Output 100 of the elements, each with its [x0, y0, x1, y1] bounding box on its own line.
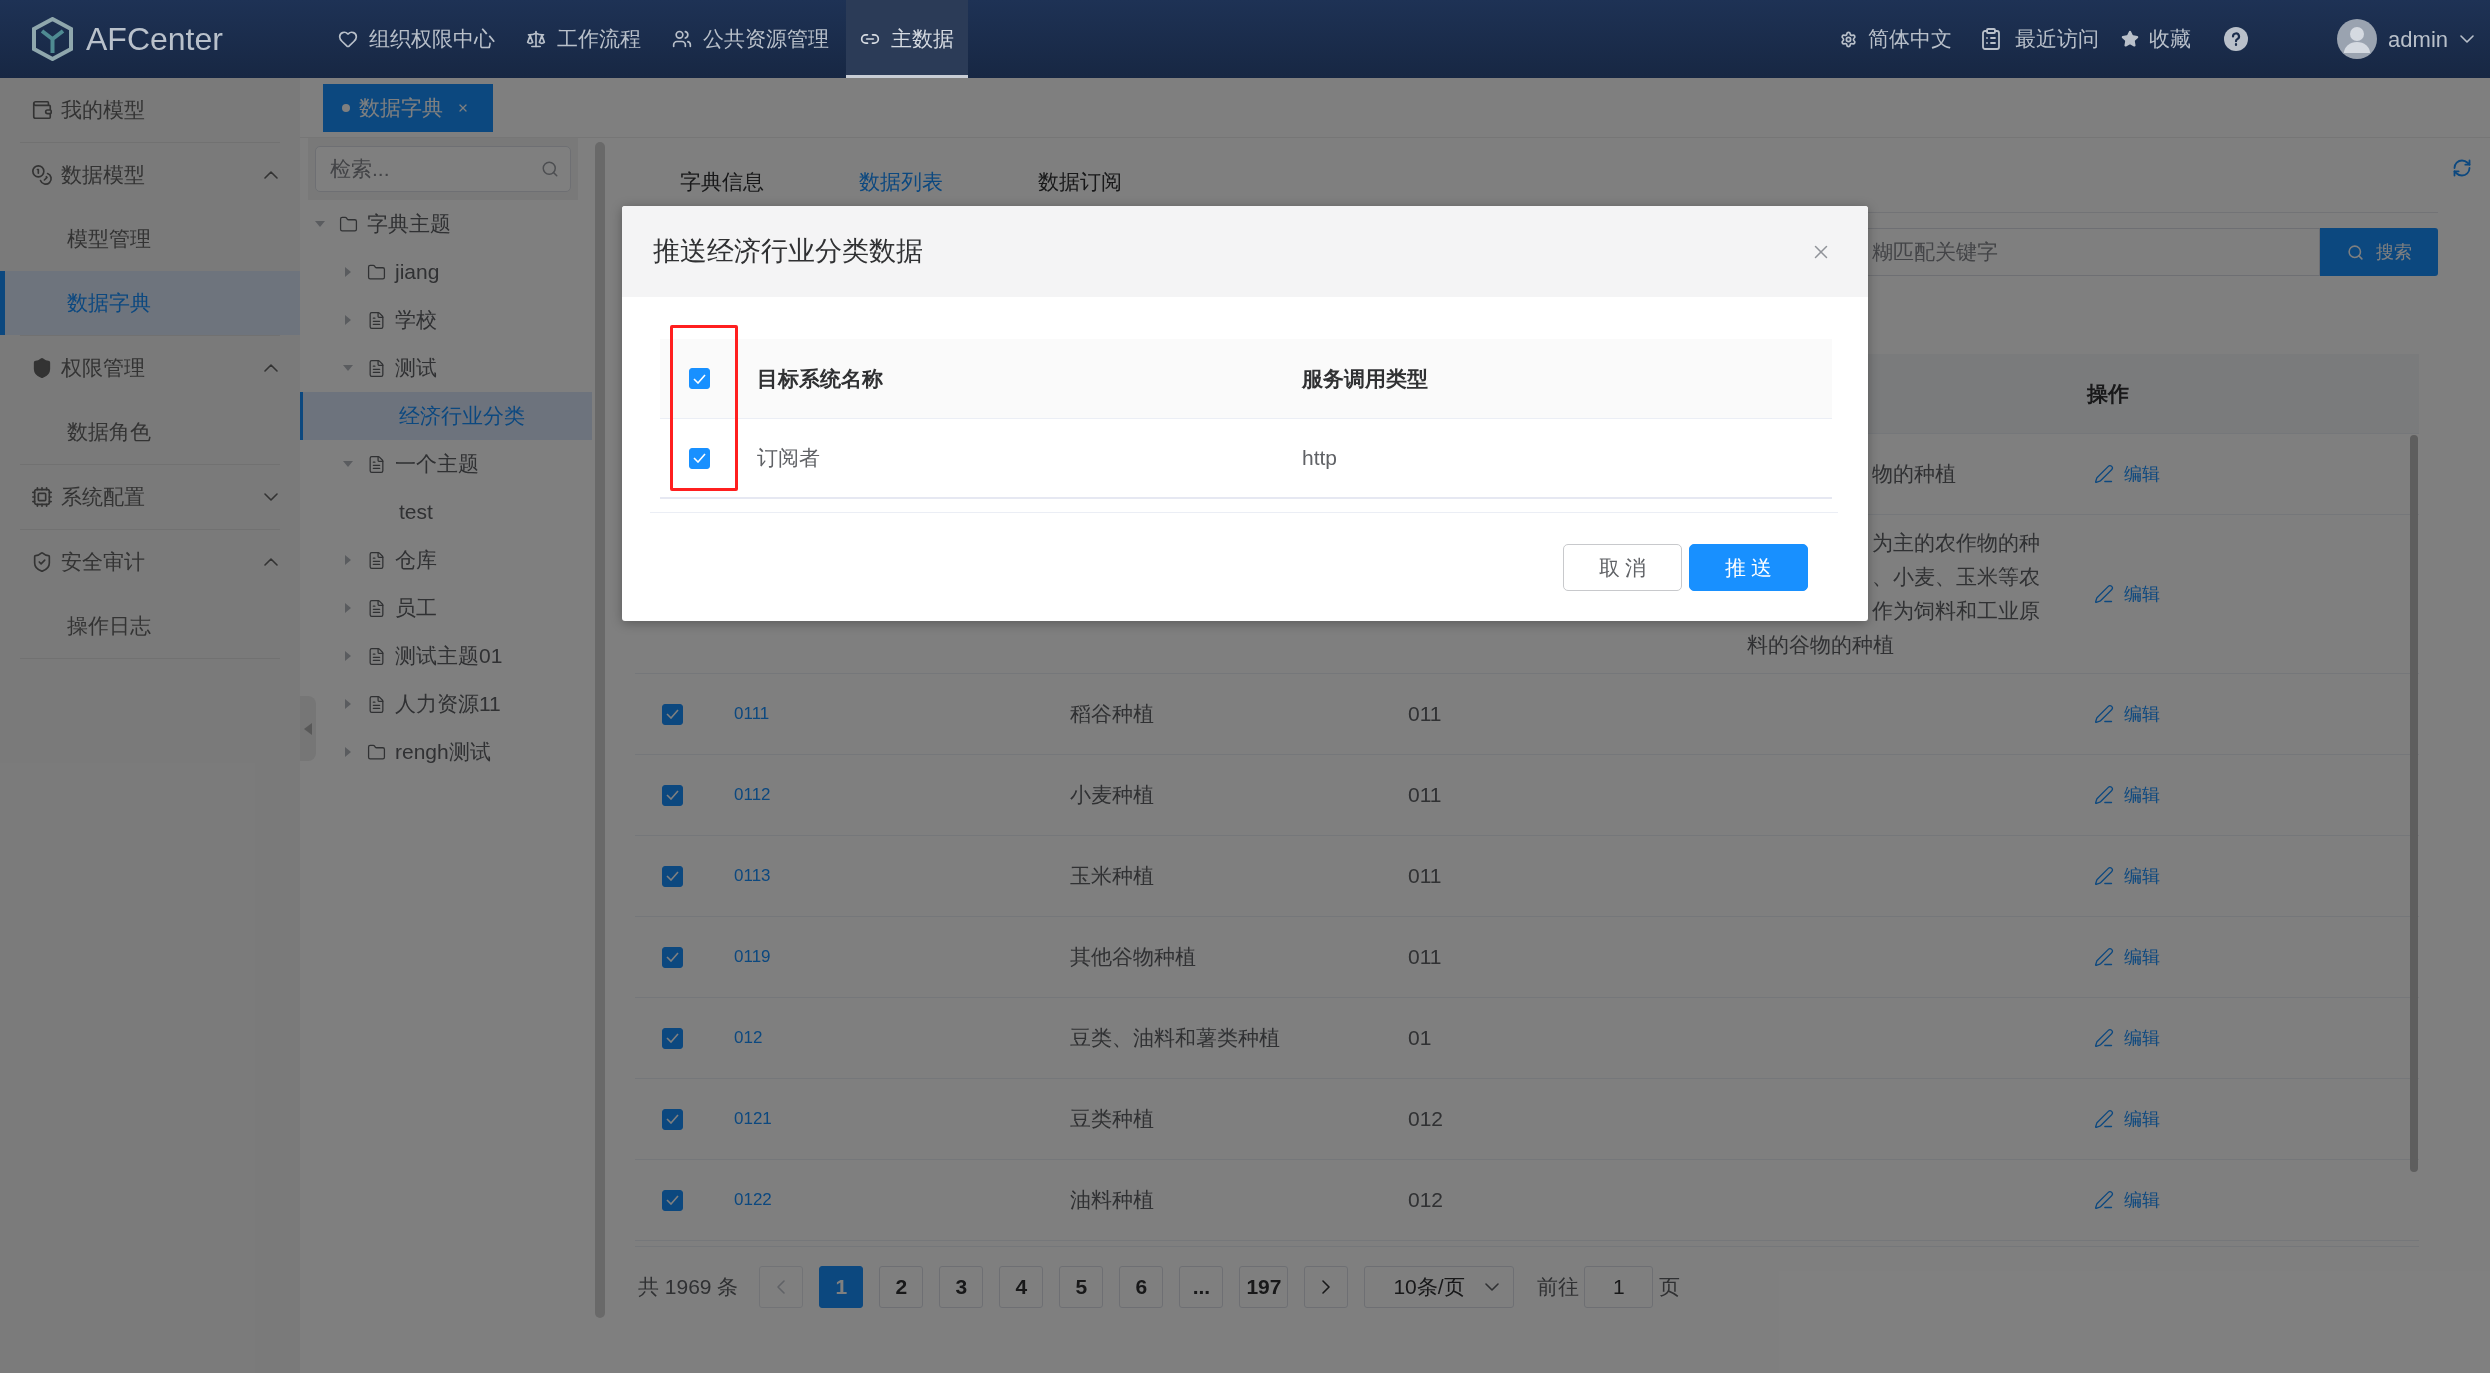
- next-page-button[interactable]: [1304, 1266, 1349, 1308]
- pen-icon: [2094, 866, 2114, 886]
- edit-button[interactable]: 编辑: [2094, 1105, 2160, 1133]
- check-icon: [693, 373, 706, 384]
- checkbox[interactable]: [689, 368, 710, 389]
- close-icon[interactable]: [457, 102, 469, 114]
- checkbox[interactable]: [662, 1189, 683, 1211]
- column-header: 目标系统名称: [757, 365, 884, 392]
- tree-node[interactable]: 测试: [300, 344, 592, 392]
- menu-item[interactable]: 模型管理: [0, 207, 300, 271]
- checkbox[interactable]: [662, 784, 683, 806]
- caret-icon[interactable]: [343, 555, 353, 565]
- caret-icon[interactable]: [343, 603, 353, 613]
- code-link[interactable]: 0113: [734, 866, 771, 886]
- edit-button[interactable]: 编辑: [2094, 1186, 2160, 1214]
- search-field[interactable]: 检索...: [315, 146, 571, 192]
- tree-node[interactable]: 经济行业分类: [300, 392, 592, 440]
- chevron-left-icon: [777, 1280, 786, 1294]
- tree-node[interactable]: 字典主题: [300, 200, 592, 248]
- menu-group[interactable]: 系统配置: [0, 465, 300, 529]
- page-size-select[interactable]: 10条/页: [1364, 1266, 1515, 1308]
- edit-button[interactable]: 编辑: [2094, 580, 2160, 608]
- menu-item[interactable]: 操作日志: [0, 594, 300, 658]
- user-menu[interactable]: admin: [2337, 19, 2474, 59]
- nav-tab[interactable]: 公共资源管理: [658, 0, 843, 78]
- edit-button[interactable]: 编辑: [2094, 781, 2160, 809]
- checkbox[interactable]: [662, 865, 683, 887]
- edit-button[interactable]: 编辑: [2094, 460, 2160, 488]
- check-icon: [666, 709, 679, 719]
- caret-icon[interactable]: [343, 459, 353, 469]
- table-cell-text: http: [1302, 445, 1339, 472]
- code-link[interactable]: 0119: [734, 947, 771, 967]
- language-button[interactable]: 简体中文: [1840, 23, 1953, 55]
- menu-group[interactable]: 权限管理: [0, 336, 300, 400]
- scrollbar[interactable]: [2410, 435, 2418, 1172]
- code-link[interactable]: 0122: [734, 1190, 772, 1210]
- page-button[interactable]: 6: [1119, 1266, 1164, 1308]
- tree-node[interactable]: 员工: [300, 584, 592, 632]
- caret-icon[interactable]: [343, 363, 353, 373]
- check-icon: [666, 952, 679, 962]
- pen-icon: [2094, 704, 2114, 724]
- nav-tab[interactable]: 主数据: [846, 0, 968, 78]
- check-icon: [666, 1195, 679, 1205]
- file-icon: [367, 454, 386, 474]
- checkbox[interactable]: [662, 1027, 683, 1049]
- nav-tab[interactable]: 工作流程: [512, 0, 655, 78]
- code-link[interactable]: 012: [734, 1028, 763, 1048]
- search-button[interactable]: 搜索: [2320, 228, 2438, 276]
- recent-button[interactable]: 最近访问: [1979, 23, 2100, 55]
- tree-node[interactable]: 一个主题: [300, 440, 592, 488]
- help-icon[interactable]: [2224, 27, 2249, 51]
- page-button[interactable]: 2: [879, 1266, 924, 1308]
- page-button[interactable]: 3: [939, 1266, 984, 1308]
- edit-button[interactable]: 编辑: [2094, 943, 2160, 971]
- keyword-field[interactable]: 糊匹配关键字: [1868, 228, 2320, 276]
- caret-icon[interactable]: [315, 219, 325, 229]
- edit-button[interactable]: 编辑: [2094, 862, 2160, 890]
- edit-button[interactable]: 编辑: [2094, 700, 2160, 728]
- menu-group[interactable]: 数据模型: [0, 143, 300, 207]
- menu-item[interactable]: 我的模型: [0, 78, 300, 142]
- caret-icon[interactable]: [343, 699, 353, 709]
- checkbox[interactable]: [662, 703, 683, 725]
- page-tag[interactable]: 数据字典: [323, 84, 493, 132]
- code-link[interactable]: 0112: [734, 785, 771, 805]
- content-tab[interactable]: 字典信息: [680, 154, 764, 212]
- tree-node[interactable]: jiang: [300, 248, 592, 296]
- caret-icon[interactable]: [343, 651, 353, 661]
- menu-group[interactable]: 安全审计: [0, 530, 300, 594]
- tree-node[interactable]: 学校: [300, 296, 592, 344]
- collapse-handle[interactable]: [300, 696, 316, 761]
- push-button[interactable]: 推 送: [1689, 544, 1808, 591]
- edit-button[interactable]: 编辑: [2094, 1024, 2160, 1052]
- menu-item[interactable]: 数据字典: [0, 271, 300, 335]
- caret-icon[interactable]: [343, 747, 353, 757]
- caret-left-icon: [304, 722, 312, 735]
- tree-node[interactable]: 测试主题01: [300, 632, 592, 680]
- caret-icon[interactable]: [343, 315, 353, 325]
- page-button[interactable]: 4: [999, 1266, 1044, 1308]
- code-link[interactable]: 0121: [734, 1109, 772, 1129]
- checkbox[interactable]: [662, 1108, 683, 1130]
- checkbox[interactable]: [689, 447, 710, 469]
- checkbox[interactable]: [662, 946, 683, 968]
- caret-icon[interactable]: [343, 267, 353, 277]
- users-icon: [672, 29, 692, 49]
- cancel-button[interactable]: 取 消: [1563, 544, 1682, 591]
- page-button[interactable]: ...: [1179, 1266, 1224, 1308]
- page-button[interactable]: 5: [1059, 1266, 1104, 1308]
- refresh-icon[interactable]: [2452, 158, 2472, 178]
- favorites-button[interactable]: 收藏: [2121, 23, 2192, 55]
- tree-node[interactable]: test: [300, 488, 592, 536]
- page-button[interactable]: 197: [1239, 1266, 1289, 1308]
- file-icon: [367, 694, 386, 714]
- page-button[interactable]: 1: [819, 1266, 864, 1308]
- code-link[interactable]: 0111: [734, 704, 770, 724]
- menu-item[interactable]: 数据角色: [0, 400, 300, 464]
- nav-tab[interactable]: 组织权限中心: [324, 0, 509, 78]
- page-input[interactable]: 1: [1584, 1266, 1654, 1308]
- tree-node[interactable]: 仓库: [300, 536, 592, 584]
- avatar-icon: [2337, 19, 2378, 59]
- content-tab[interactable]: 数据订阅: [1038, 154, 1122, 212]
